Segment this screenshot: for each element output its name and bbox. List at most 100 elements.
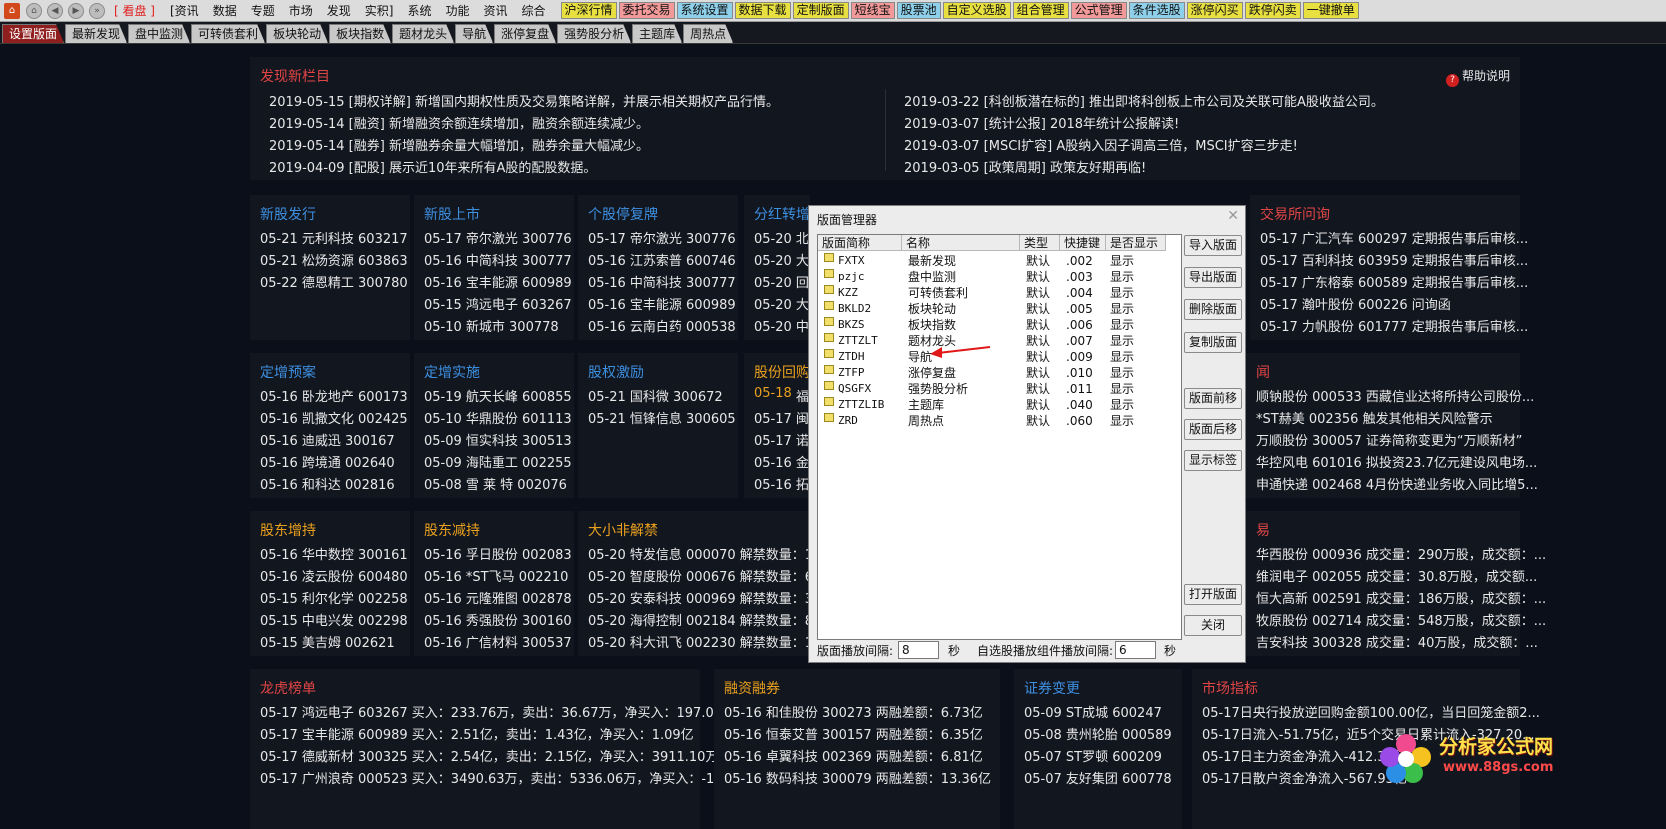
menu-item[interactable]: 综合: [521, 4, 545, 18]
layout-row[interactable]: ZTFP 涨停复盘 默认 .010 显示: [818, 365, 1181, 381]
panel-title[interactable]: 新股上市: [424, 204, 480, 224]
panel-item[interactable]: 05-17 瀚叶股份 600226 问询函: [1260, 294, 1451, 313]
discovery-item[interactable]: 2019-05-14 [融资] 新增融资余额连续增加，融资余额连续减少。: [269, 113, 649, 132]
panel-item[interactable]: 05-15 鸿远电子 603267: [424, 294, 572, 313]
dialog-button[interactable]: 版面后移: [1184, 419, 1242, 440]
panel-item[interactable]: 05-16 卧龙地产 600173: [260, 386, 408, 405]
col-header-name[interactable]: 名称: [902, 235, 1020, 251]
panel-title[interactable]: 新股发行: [260, 204, 316, 224]
panel-item[interactable]: 05-17 帝尔激光 300776: [588, 228, 736, 247]
panel-item[interactable]: 05-15 中电兴发 002298: [260, 610, 408, 629]
layout-row[interactable]: BKLD2 板块轮动 默认 .005 显示: [818, 301, 1181, 317]
panel-item[interactable]: 05-16 数码科技 300079 两融差额：13.36亿: [724, 768, 991, 787]
panel-item[interactable]: 华控风电 601016 拟投资23.7亿元建设风电场...: [1256, 452, 1537, 471]
panel-title[interactable]: 股东减持: [424, 520, 480, 540]
panel-item[interactable]: 05-21 松炀资源 603863: [260, 250, 408, 269]
dialog-button[interactable]: 复制版面: [1184, 332, 1242, 353]
kanpan-menu[interactable]: [ 看盘 ]: [114, 2, 155, 19]
panel-title[interactable]: 个股停复牌: [588, 204, 658, 224]
panel-item[interactable]: 维润电子 002055 成交量：30.8万股，成交额...: [1256, 566, 1537, 585]
menu-item[interactable]: 资讯: [483, 4, 507, 18]
panel-item[interactable]: 05-16 凯撒文化 002425: [260, 408, 408, 427]
panel-title[interactable]: 闻: [1256, 362, 1270, 382]
tab-layout[interactable]: 强势股分析: [557, 24, 631, 43]
discovery-item[interactable]: 2019-05-14 [融券] 新增融券余量大幅增加，融券余量大幅减少。: [269, 135, 649, 154]
panel-item[interactable]: 05-10 华鼎股份 601113: [424, 408, 572, 427]
panel-item[interactable]: 05-17 德威新材 300325 买入：2.54亿，卖出：2.15亿，净买入：…: [260, 746, 718, 765]
discovery-item[interactable]: 2019-03-07 [统计公报] 2018年统计公报解读!: [904, 113, 1179, 132]
tab-layout[interactable]: 最新发现: [65, 24, 127, 43]
help-link[interactable]: ? 帮助说明: [1445, 67, 1510, 87]
panel-item[interactable]: 05-17 百利科技 603959 定期报告事后审核...: [1260, 250, 1528, 269]
menu-item[interactable]: 发现: [327, 4, 351, 18]
menu-item[interactable]: [资讯: [170, 4, 199, 18]
layout-row[interactable]: ZRD 周热点 默认 .060 显示: [818, 413, 1181, 429]
quick-button[interactable]: 股票池: [896, 2, 941, 19]
panel-item[interactable]: 05-08 贵州轮胎 000589: [1024, 724, 1172, 743]
col-header-type[interactable]: 类型: [1020, 235, 1060, 251]
panel-item[interactable]: 05-07 ST罗顿 600209: [1024, 746, 1162, 765]
tab-layout[interactable]: 周热点: [683, 24, 733, 43]
panel-item[interactable]: 申通快递 002468 4月份快递业务收入同比增5...: [1256, 474, 1538, 493]
panel-item[interactable]: 05-09 恒实科技 300513: [424, 430, 572, 449]
dialog-button[interactable]: 关闭: [1184, 615, 1242, 636]
panel-item[interactable]: 05-07 友好集团 600778: [1024, 768, 1172, 787]
quick-button[interactable]: 公式管理: [1070, 2, 1127, 19]
dialog-button[interactable]: 删除版面: [1184, 299, 1242, 320]
layout-row[interactable]: ZTTZLIB 主题库 默认 .040 显示: [818, 397, 1181, 413]
panel-item[interactable]: 05-16 和佳股份 300273 两融差额：6.73亿: [724, 702, 983, 721]
panel-title[interactable]: 龙虎榜单: [260, 678, 316, 698]
quick-button[interactable]: 沪深行情: [560, 2, 617, 19]
discovery-item[interactable]: 2019-03-05 [政策周期] 政策友好期再临!: [904, 157, 1146, 176]
menu-item[interactable]: 市场: [289, 4, 313, 18]
panel-item[interactable]: 恒大高新 002591 成交量：186万股，成交额：...: [1256, 588, 1546, 607]
tab-layout[interactable]: 主题库: [632, 24, 682, 43]
panel-item[interactable]: 05-10 新城市 300778: [424, 316, 559, 335]
tab-layout[interactable]: 设置版面: [2, 24, 64, 43]
panel-item[interactable]: 05-16 *ST飞马 002210: [424, 566, 568, 585]
play-interval-input[interactable]: 8: [898, 641, 939, 659]
panel-item[interactable]: 05-16 元隆雅图 002878: [424, 588, 572, 607]
panel-item[interactable]: 05-15 美吉姆 002621: [260, 632, 395, 651]
panel-item[interactable]: 05-21 元利科技 603217: [260, 228, 408, 247]
panel-item[interactable]: 05-21 国科微 300672: [588, 386, 723, 405]
panel-item[interactable]: 05-17 广东榕泰 600589 定期报告事后审核...: [1260, 272, 1528, 291]
panel-item[interactable]: 05-17 力帆股份 601777 定期报告事后审核...: [1260, 316, 1528, 335]
panel-title[interactable]: 易: [1256, 520, 1270, 540]
layout-row[interactable]: pzjc 盘中监测 默认 .003 显示: [818, 269, 1181, 285]
layout-row[interactable]: FXTX 最新发现 默认 .002 显示: [818, 253, 1181, 269]
panel-item[interactable]: 05-16 孚日股份 002083: [424, 544, 572, 563]
panel-item[interactable]: 05-17 鸿远电子 603267 买入：233.76万，卖出：36.67万，净…: [260, 702, 726, 721]
tab-layout[interactable]: 盘中监测: [128, 24, 190, 43]
panel-item[interactable]: 牧原股份 002714 成交量：548万股，成交额：...: [1256, 610, 1546, 629]
panel-item[interactable]: 05-18: [754, 386, 792, 401]
panel-item[interactable]: 05-16 广信材料 300537: [424, 632, 572, 651]
col-header-code[interactable]: 版面简称: [818, 235, 902, 251]
layout-row[interactable]: QSGFX 强势股分析 默认 .011 显示: [818, 381, 1181, 397]
panel-item[interactable]: 05-17 广州浪奇 000523 买入：3490.63万，卖出：5336.06…: [260, 768, 727, 787]
panel-item[interactable]: *ST赫美 002356 触发其他相关风险警示: [1256, 408, 1493, 427]
dialog-button[interactable]: 显示标签: [1184, 450, 1242, 471]
forward-icon[interactable]: ▶: [68, 2, 84, 19]
panel-item[interactable]: 05-16 江苏索普 600746: [588, 250, 736, 269]
discovery-item[interactable]: 2019-04-09 [配股] 展示近10年来所有A股的配股数据。: [269, 157, 596, 176]
panel-item[interactable]: 05-20 科大讯飞 002230 解禁数量：19: [588, 632, 821, 651]
discovery-item[interactable]: 2019-05-15 [期权详解] 新增国内期权性质及交易策略详解，并展示相关期…: [269, 91, 779, 110]
menu-item[interactable]: 功能: [445, 4, 469, 18]
panel-item[interactable]: 05-16 云南白药 000538: [588, 316, 736, 335]
panel-item[interactable]: 05-16 宝丰能源 600989: [424, 272, 572, 291]
panel-title[interactable]: 市场指标: [1202, 678, 1258, 698]
panel-item[interactable]: 顺钠股份 000533 西藏信业达将所持公司股份...: [1256, 386, 1534, 405]
quick-button[interactable]: 自定义选股: [942, 2, 1011, 19]
discovery-item[interactable]: 2019-03-22 [科创板潜在标的] 推出即将科创板上市公司及关联可能A股收…: [904, 91, 1384, 110]
panel-title[interactable]: 股权激励: [588, 362, 644, 382]
panel-item[interactable]: 05-20 智度股份 000676 解禁数量：64: [588, 566, 821, 585]
panel-title[interactable]: 大小非解禁: [588, 520, 658, 540]
panel-item[interactable]: 05-20 特发信息 000070 解禁数量：10: [588, 544, 821, 563]
menu-item[interactable]: 数据: [213, 4, 237, 18]
quick-button[interactable]: 跌停闪卖: [1244, 2, 1301, 19]
dialog-button[interactable]: 导入版面: [1184, 235, 1242, 256]
panel-item[interactable]: 05-16 卓翼科技 002369 两融差额：6.81亿: [724, 746, 983, 765]
widget-interval-input[interactable]: 6: [1115, 641, 1156, 659]
panel-item[interactable]: 05-17日央行投放逆回购金额100.00亿，当日回笼金额2...: [1202, 702, 1540, 721]
